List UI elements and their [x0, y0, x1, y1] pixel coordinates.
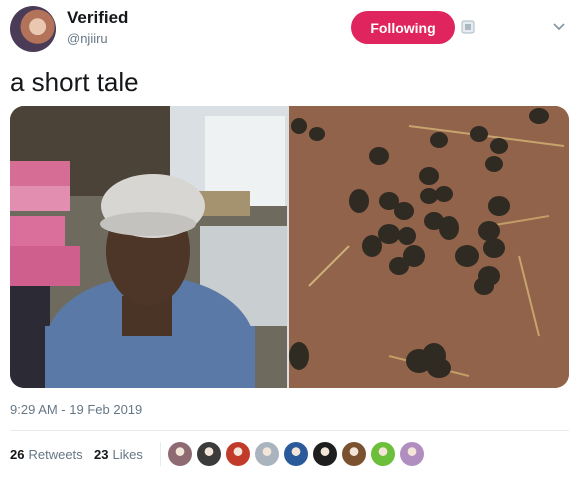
tweet-media — [10, 106, 569, 388]
divider — [10, 430, 569, 431]
liker-avatar[interactable] — [400, 442, 424, 466]
liker-avatar[interactable] — [197, 442, 221, 466]
liker-avatar[interactable] — [313, 442, 337, 466]
tweet-timestamp[interactable]: 9:29 AM - 19 Feb 2019 — [10, 402, 142, 417]
liker-avatar[interactable] — [168, 442, 192, 466]
divider — [160, 442, 161, 466]
likes-stat[interactable]: 23 Likes — [94, 447, 143, 462]
block-icon[interactable] — [461, 20, 475, 34]
likes-count: 23 — [94, 447, 109, 462]
tweet-stats: 26 Retweets 23 Likes — [10, 440, 570, 470]
liker-avatar[interactable] — [255, 442, 279, 466]
retweets-stat[interactable]: 26 Retweets — [10, 447, 83, 462]
author-avatar[interactable] — [10, 6, 56, 52]
liker-avatar[interactable] — [342, 442, 366, 466]
liker-avatar[interactable] — [226, 442, 250, 466]
author-handle[interactable]: @njiiru — [67, 31, 108, 46]
following-button[interactable]: Following — [351, 11, 455, 44]
tweet-text: a short tale — [10, 67, 139, 97]
retweets-label: Retweets — [28, 447, 83, 462]
chevron-down-icon[interactable] — [552, 22, 566, 32]
retweets-count: 26 — [10, 447, 25, 462]
tweet-header: Verified @njiiru Following — [10, 4, 570, 54]
author-display-name[interactable]: Verified — [67, 8, 128, 28]
liker-avatar[interactable] — [371, 442, 395, 466]
photo-man-in-hairnet[interactable] — [10, 106, 287, 388]
likes-label: Likes — [112, 447, 143, 462]
liker-avatar[interactable] — [284, 442, 308, 466]
photo-droppings-on-soil[interactable] — [289, 106, 569, 388]
